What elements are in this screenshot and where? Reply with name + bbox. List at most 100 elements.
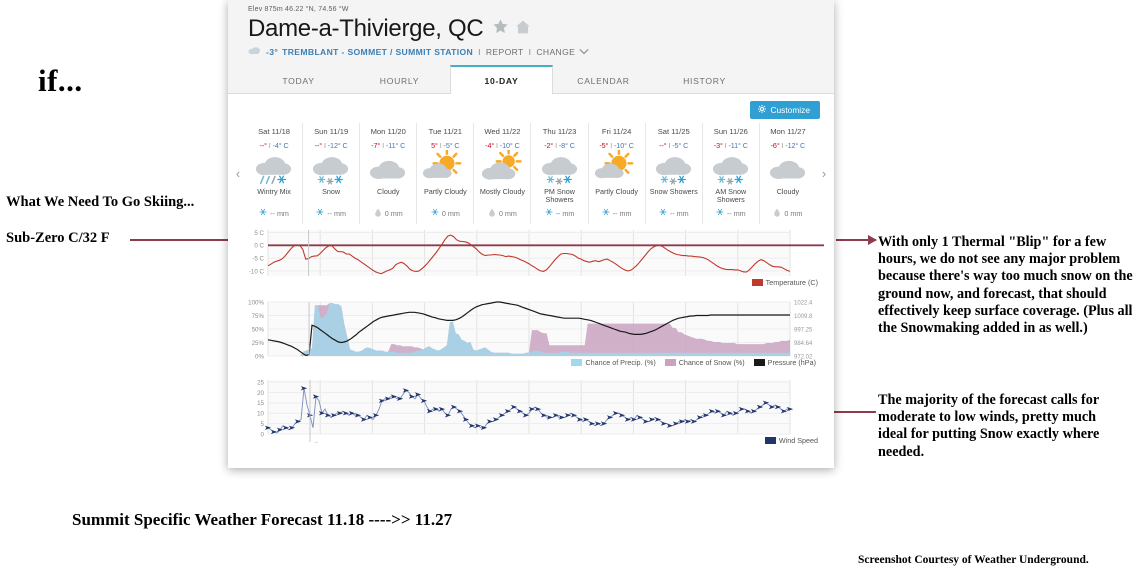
- separator-1: I: [478, 46, 481, 57]
- svg-text:-5 C: -5 C: [252, 256, 264, 263]
- tab-calendar[interactable]: CALENDAR: [553, 67, 654, 93]
- customize-button[interactable]: Customize: [750, 101, 820, 119]
- raindrop-icon: [374, 208, 382, 219]
- card-precipitation: -- mm: [531, 208, 587, 218]
- forecast-caption: Summit Specific Weather Forecast 11.18 -…: [72, 510, 453, 529]
- card-temperatures: --° I -4° C: [259, 141, 289, 150]
- gear-icon: [758, 105, 767, 115]
- svg-text:25%: 25%: [252, 340, 265, 347]
- card-high: -5°: [599, 141, 609, 150]
- next-day-arrow[interactable]: ›: [816, 123, 832, 224]
- temperature-plot: 5 C 0 C -5 C -10 C: [249, 230, 824, 276]
- card-temperatures: -7° I -11° C: [371, 141, 406, 150]
- card-precip-amount: -- mm: [327, 208, 347, 218]
- forecast-card[interactable]: Thu 11/23 -2° I -8° C PM Snow Showers -- mm: [530, 123, 587, 224]
- snowflake-icon: [259, 208, 267, 218]
- if-annotation: if...: [38, 63, 83, 98]
- tab-hourly[interactable]: HOURLY: [349, 67, 450, 93]
- card-temperatures: --° I -12° C: [314, 141, 348, 150]
- location-row: Dame-a-Thivierge, QC: [248, 15, 834, 43]
- what-we-need-annotation: What We Need To Go Skiing...: [6, 194, 195, 210]
- mostly-cloudy-icon: [474, 150, 530, 186]
- station-name[interactable]: TREMBLANT - SOMMET / SUMMIT STATION: [282, 47, 473, 57]
- card-high: -3°: [713, 141, 723, 150]
- legend-swatch-temperature: [751, 279, 763, 286]
- card-precip-amount: 0 mm: [498, 209, 517, 218]
- card-precip-amount: 0 mm: [384, 209, 403, 218]
- card-date: Tue 11/21: [428, 127, 462, 136]
- card-high: --°: [314, 141, 323, 150]
- svg-text:0 C: 0 C: [254, 243, 264, 250]
- svg-text:1022.4: 1022.4: [794, 300, 813, 306]
- arrow-temp-head: [868, 235, 877, 245]
- svg-text:100%: 100%: [248, 299, 264, 306]
- card-date: Mon 11/27: [770, 127, 806, 136]
- raindrop-icon: [773, 208, 781, 219]
- cloud-icon: [248, 46, 261, 57]
- forecast-cards-carousel: ‹ Sat 11/18 --° I -4° C Wintry Mix -- mm Sun…: [228, 123, 834, 224]
- nav-tabs: TODAY HOURLY 10-DAY CALENDAR HISTORY: [228, 65, 834, 94]
- forecast-card[interactable]: Sun 11/19 --° I -12° C Snow -- mm: [302, 123, 359, 224]
- snowflake-icon: [716, 208, 724, 218]
- forecast-card[interactable]: Mon 11/20 -7° I -11° C Cloudy 0 mm: [359, 123, 416, 224]
- legend-swatch-snow: [664, 359, 676, 366]
- legend-label-temperature: Temperature (C): [765, 278, 818, 287]
- forecast-card[interactable]: Wed 11/22 -4° I -10° C Mostly Cloudy 0 mm: [473, 123, 530, 224]
- snow-icon: [531, 152, 587, 186]
- svg-text:→: →: [313, 439, 319, 445]
- card-low: -5° C: [443, 141, 460, 150]
- snow-icon: [646, 152, 702, 186]
- wind-plot: 25 20 15 10 5 0 →: [257, 379, 794, 445]
- change-link[interactable]: CHANGE: [536, 47, 575, 57]
- card-precipitation: 0 mm: [360, 208, 416, 219]
- forecast-card[interactable]: Sun 11/26 -3° I -11° C AM Snow Showers -- m…: [701, 123, 759, 224]
- chevron-down-icon[interactable]: [579, 47, 589, 57]
- snowflake-icon: [431, 208, 439, 218]
- raindrop-icon: [488, 208, 496, 219]
- forecast-card[interactable]: Fri 11/24 -5° I -10° C Partly Cloudy -- mm: [587, 123, 645, 224]
- card-condition: PM Snow Showers: [544, 187, 575, 205]
- card-precip-amount: -- mm: [669, 208, 689, 218]
- card-precipitation: -- mm: [303, 208, 359, 218]
- legend-swatch-precip: [571, 359, 583, 366]
- card-temperatures: --° I -5° C: [659, 141, 689, 150]
- wind-speed-chart: 25 20 15 10 5 0 → Wind Speed: [238, 374, 824, 452]
- tab-today[interactable]: TODAY: [248, 67, 349, 93]
- cloudy-icon: [360, 152, 416, 186]
- courtesy-credit: Screenshot Courtesy of Weather Undergrou…: [858, 554, 1089, 566]
- star-icon[interactable]: [492, 18, 509, 40]
- forecast-card[interactable]: Tue 11/21 5° I -5° C Partly Cloudy 0 mm: [416, 123, 473, 224]
- forecast-card[interactable]: Mon 11/27 -6° I -12° C Cloudy 0 mm: [758, 123, 816, 224]
- forecast-card[interactable]: Sat 11/18 --° I -4° C Wintry Mix -- mm: [246, 123, 302, 224]
- card-low: -11° C: [728, 141, 748, 150]
- svg-text:20: 20: [257, 390, 264, 397]
- card-condition: Snow Showers: [649, 187, 698, 196]
- card-low: -4° C: [272, 141, 289, 150]
- card-high: --°: [659, 141, 667, 150]
- precipitation-legend: Chance of Precip. (%) Chance of Snow (%)…: [571, 358, 816, 367]
- tab-10-day[interactable]: 10-DAY: [450, 65, 553, 94]
- svg-text:25: 25: [257, 379, 264, 386]
- sub-zero-annotation: Sub-Zero C/32 F: [6, 230, 110, 246]
- card-condition: Mostly Cloudy: [479, 187, 525, 196]
- card-high: -7°: [371, 141, 381, 150]
- partly-cloudy-icon: [589, 150, 645, 186]
- card-condition: AM Snow Showers: [715, 187, 747, 205]
- legend-swatch-pressure: [753, 359, 765, 366]
- tab-history[interactable]: HISTORY: [654, 67, 755, 93]
- precipitation-pressure-chart: 100% 75% 50% 25% 0% 1022.4 1009.8 997.25 984.64 9…: [238, 296, 824, 370]
- card-date: Thu 11/23: [542, 127, 577, 136]
- home-icon[interactable]: [515, 19, 531, 40]
- forecast-card[interactable]: Sat 11/25 --° I -5° C Snow Showers -- mm: [644, 123, 702, 224]
- svg-text:50%: 50%: [252, 326, 265, 333]
- elevation-text: Elev 875m 46.22 °N, 74.56 °W: [248, 6, 349, 13]
- prev-day-arrow[interactable]: ‹: [230, 123, 246, 224]
- report-link[interactable]: REPORT: [486, 47, 524, 57]
- svg-text:984.64: 984.64: [794, 341, 813, 347]
- svg-text:1009.8: 1009.8: [794, 314, 813, 320]
- weather-underground-window: Elev 875m 46.22 °N, 74.56 °W Dame-a-Thiv…: [228, 0, 834, 468]
- card-high: 5°: [431, 141, 438, 150]
- station-row: -3° TREMBLANT - SOMMET / SUMMIT STATION …: [248, 46, 834, 57]
- legend-label-wind: Wind Speed: [778, 436, 818, 445]
- arrow-subzero-line: [130, 239, 228, 241]
